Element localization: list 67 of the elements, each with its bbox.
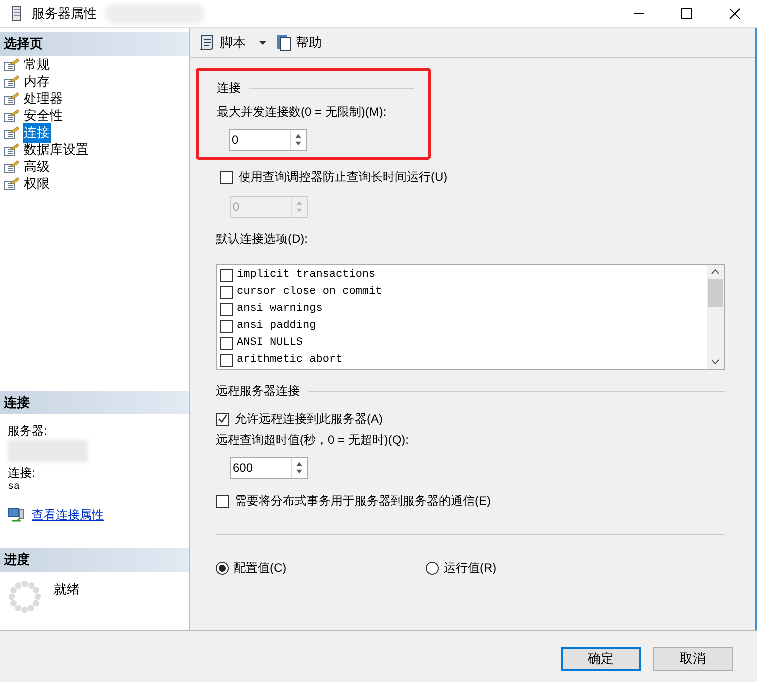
option-label: ansi padding xyxy=(237,319,316,334)
help-icon xyxy=(276,34,292,52)
checkbox[interactable] xyxy=(216,494,229,508)
page-icon xyxy=(4,143,20,157)
page-icon xyxy=(4,109,20,123)
spinner-icon xyxy=(8,580,42,614)
script-button[interactable]: 脚本 xyxy=(220,32,246,52)
help-button[interactable]: 帮助 xyxy=(296,32,322,52)
scroll-thumb[interactable] xyxy=(708,279,723,307)
page-item[interactable]: 处理器 xyxy=(23,89,64,109)
radio-label: 配置值(C) xyxy=(234,560,287,577)
checkbox[interactable] xyxy=(220,320,233,333)
group-title: 远程服务器连接 xyxy=(216,383,300,400)
checkbox[interactable] xyxy=(220,286,233,299)
page-item[interactable]: 安全性 xyxy=(23,106,64,126)
allow-remote-label: 允许远程连接到此服务器(A) xyxy=(235,411,383,428)
page-icon xyxy=(4,177,20,191)
page-item[interactable]: 内存 xyxy=(23,72,51,92)
section-header: 选择页 xyxy=(0,32,189,56)
maximize-icon[interactable] xyxy=(681,8,693,20)
timeout-label: 远程查询超时值(秒，0 = 无超时)(Q): xyxy=(216,432,410,449)
page-icon xyxy=(4,92,20,106)
network-icon xyxy=(8,507,26,523)
dialog-button[interactable]: 确定 xyxy=(561,646,641,670)
checkbox[interactable] xyxy=(220,354,233,367)
page-item[interactable]: 常规 xyxy=(23,55,51,75)
checkbox[interactable] xyxy=(220,269,233,282)
scrollbar[interactable] xyxy=(707,265,724,369)
max-connections-label: 最大并发连接数(0 = 无限制)(M): xyxy=(217,104,388,121)
close-icon[interactable] xyxy=(729,8,741,20)
section-header: 连接 xyxy=(0,390,189,414)
option-label: ansi warnings xyxy=(237,302,323,318)
group-title: 连接 xyxy=(217,80,241,97)
checkbox[interactable] xyxy=(220,303,233,316)
page-icon xyxy=(4,126,20,140)
governor-label: 使用查询调控器防止查询长时间运行(U) xyxy=(239,169,448,186)
page-item[interactable]: 连接 xyxy=(23,123,51,143)
view-connection-link[interactable]: 查看连接属性 xyxy=(32,506,104,524)
option-label: implicit transactions xyxy=(237,268,376,284)
distributed-label: 需要将分布式事务用于服务器到服务器的通信(E) xyxy=(235,493,491,510)
page-item[interactable]: 数据库设置 xyxy=(23,140,90,160)
radio-label: 运行值(R) xyxy=(444,560,497,577)
section-header: 进度 xyxy=(0,548,189,572)
page-item[interactable]: 高级 xyxy=(23,157,51,177)
server-label: 服务器: xyxy=(8,423,48,440)
number-field[interactable]: 0 xyxy=(229,129,307,151)
option-label: ANSI NULLS xyxy=(237,336,304,352)
page-icon xyxy=(4,75,20,89)
number-field[interactable]: 600 xyxy=(230,457,308,479)
checkbox[interactable] xyxy=(220,337,233,350)
checkbox[interactable] xyxy=(216,412,229,426)
default-options-label: 默认连接选项(D): xyxy=(216,231,309,248)
page-item[interactable]: 权限 xyxy=(23,174,51,194)
page-icon xyxy=(4,160,20,174)
window-title: 服务器属性 xyxy=(32,4,97,23)
radio-button[interactable] xyxy=(426,562,439,574)
connection-label: 连接: xyxy=(8,465,36,482)
connection-value: sa xyxy=(8,482,22,493)
dialog-button[interactable]: 取消 xyxy=(653,646,733,670)
caret-icon[interactable] xyxy=(258,40,268,46)
option-label: arithmetic abort xyxy=(237,353,343,368)
progress-status: 就绪 xyxy=(54,580,80,598)
server-icon xyxy=(10,6,24,22)
scroll-icon xyxy=(198,34,216,52)
radio-button[interactable] xyxy=(216,562,229,574)
page-icon xyxy=(4,58,20,72)
option-label: cursor close on commit xyxy=(237,285,382,300)
